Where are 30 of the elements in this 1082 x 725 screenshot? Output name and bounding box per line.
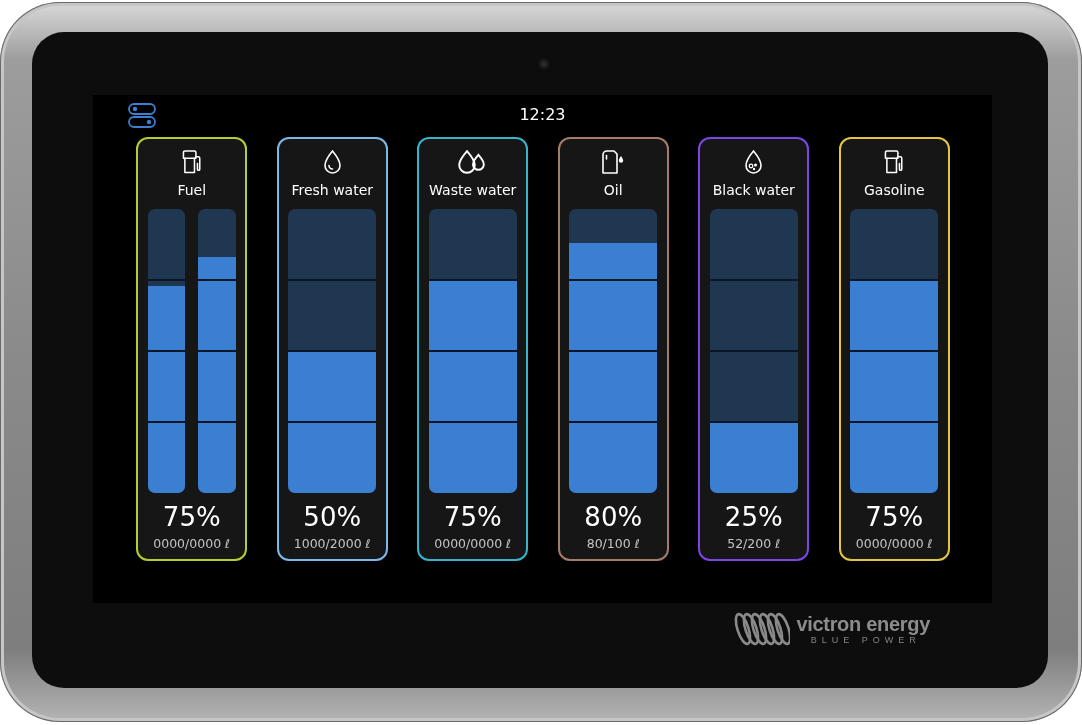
drop-bubbles-icon (745, 150, 763, 174)
tank-volume: 0000/0000 ℓ (153, 536, 231, 552)
oil-can-icon (602, 150, 625, 174)
tank-volume: 0000/0000 ℓ (434, 536, 512, 552)
water-drop-icon (323, 150, 341, 174)
brand-name: victron energy (796, 612, 930, 635)
tank-volume: 52/200 ℓ (727, 536, 781, 552)
tank-name: Fuel (177, 182, 207, 199)
tank-percentage: 80% (584, 502, 643, 532)
tank-name: Waste water (429, 182, 517, 199)
fuel-pump-icon (181, 150, 202, 174)
tank-name: Fresh water (291, 182, 374, 199)
tank-percentage: 25% (724, 502, 783, 532)
water-drops-icon (458, 150, 488, 174)
tank-name: Gasoline (863, 182, 925, 199)
coil-logo-icon (734, 611, 791, 647)
tank-volume: 1000/2000 ℓ (293, 536, 371, 552)
tank-percentage: 50% (303, 502, 362, 532)
tank-volume: 80/100 ℓ (586, 536, 640, 552)
brand-tagline: BLUE POWER (810, 634, 921, 646)
toggle-switches-icon[interactable] (128, 103, 156, 128)
tank-percentage: 75% (162, 502, 221, 532)
tank-name: Oil (603, 182, 623, 199)
tank-percentage: 75% (443, 502, 502, 532)
fuel-pump-icon (884, 150, 905, 174)
clock-time: 12:23 (519, 104, 566, 125)
camera-lens-icon (539, 58, 549, 69)
tank-volume: 0000/0000 ℓ (855, 536, 933, 552)
tank-name: Black water (712, 182, 795, 199)
tank-percentage: 75% (865, 502, 924, 532)
